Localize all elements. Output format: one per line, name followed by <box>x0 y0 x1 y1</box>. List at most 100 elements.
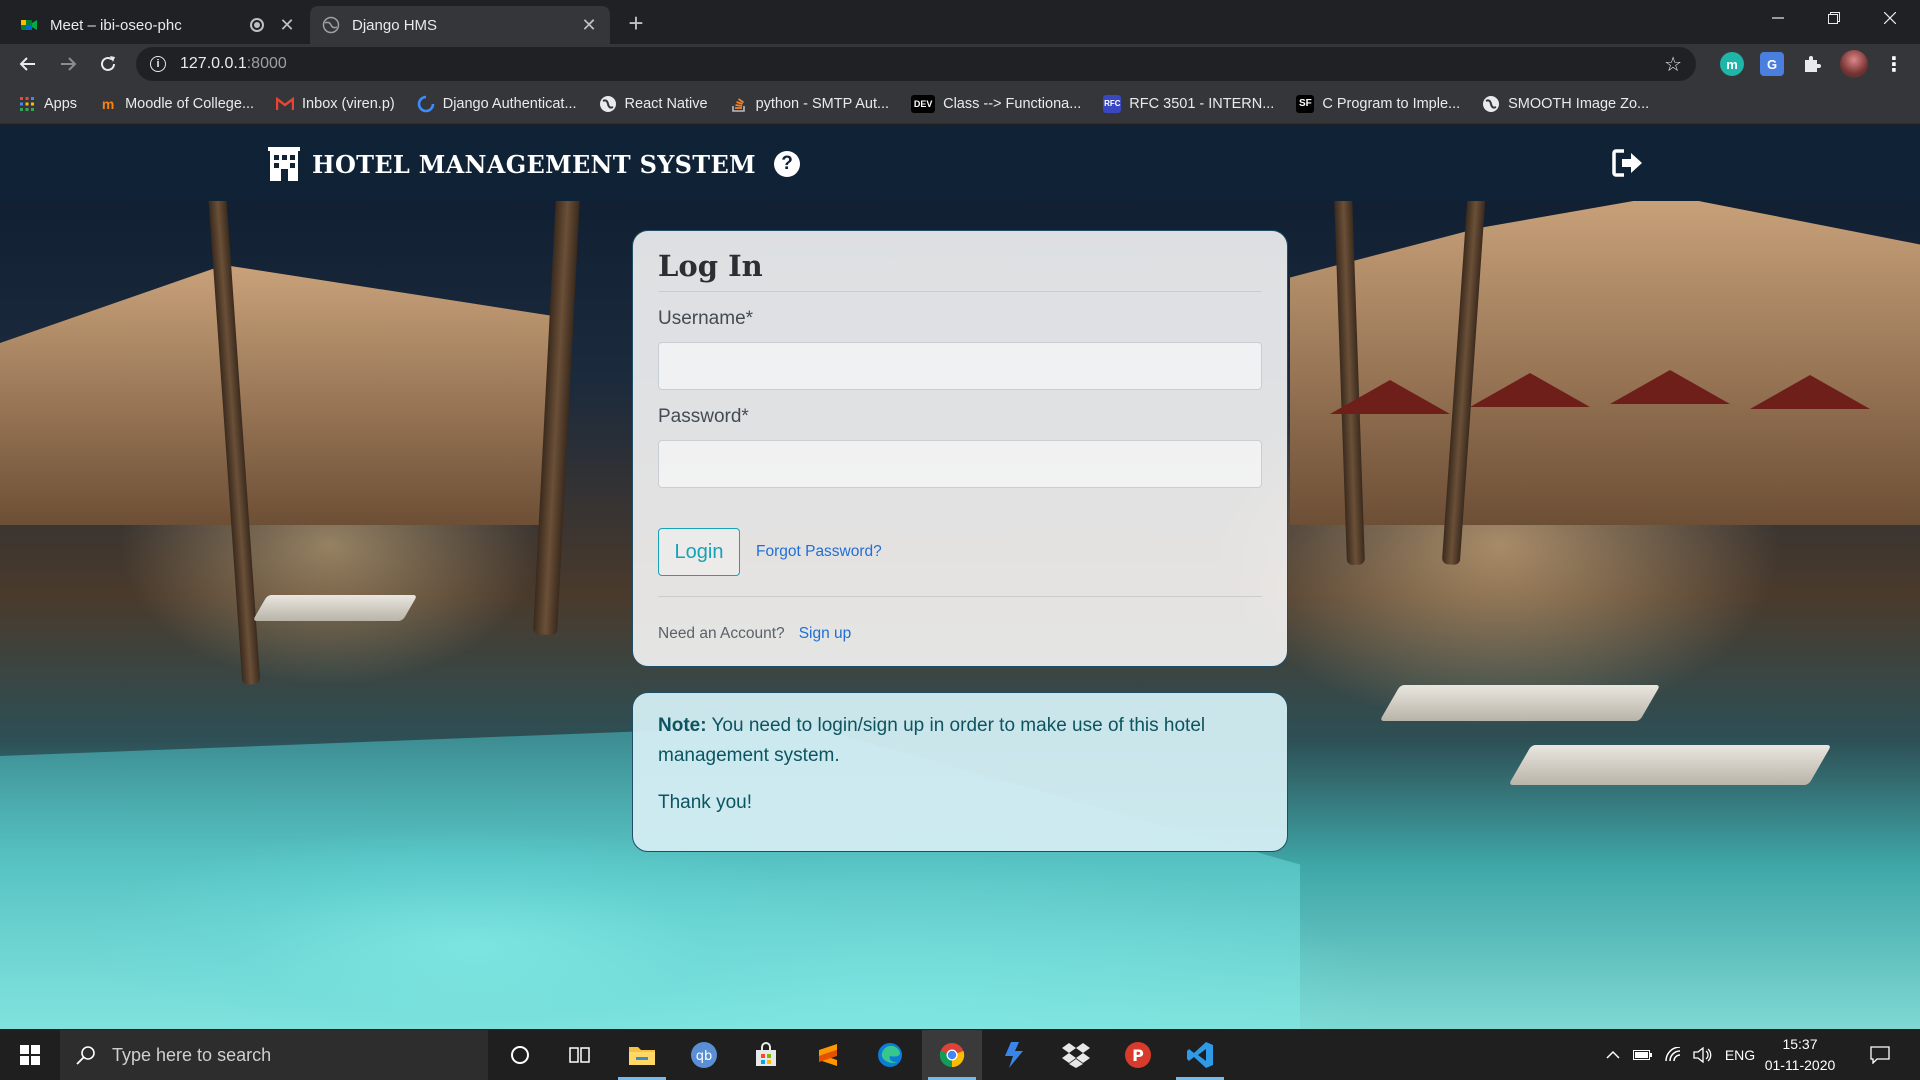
bookmarks-bar: Apps m Moodle of College... Inbox (viren… <box>0 84 1920 124</box>
forward-button[interactable] <box>54 50 82 78</box>
close-tab-icon[interactable]: ✕ <box>278 15 296 36</box>
bookmark-c-program[interactable]: SF C Program to Imple... <box>1296 94 1461 113</box>
reload-button[interactable] <box>94 50 122 78</box>
dropbox-button[interactable] <box>1046 1030 1106 1080</box>
microsoft-store-button[interactable] <box>736 1030 796 1080</box>
bookmark-label: Django Authenticat... <box>442 95 577 112</box>
powerpoint-like-button[interactable]: P <box>1108 1030 1168 1080</box>
bookmark-rfc-3501[interactable]: RFC RFC 3501 - INTERN... <box>1103 94 1274 113</box>
bookmark-star-icon[interactable]: ☆ <box>1664 52 1682 77</box>
tab-meet[interactable]: Meet – ibi-oseo-phc ✕ <box>8 6 308 44</box>
back-button[interactable] <box>14 50 42 78</box>
extensions-puzzle-icon[interactable] <box>1800 52 1824 76</box>
need-account-text: Need an Account? <box>658 625 785 642</box>
close-tab-icon[interactable]: ✕ <box>580 15 598 36</box>
site-info-icon[interactable]: i <box>150 56 166 72</box>
bookmark-smooth-image-zoom[interactable]: SMOOTH Image Zo... <box>1482 95 1649 113</box>
volume-control[interactable] <box>1688 1030 1718 1080</box>
tab-title: Meet – ibi-oseo-phc <box>50 16 182 34</box>
background-lounger <box>252 595 418 621</box>
bookmark-moodle[interactable]: m Moodle of College... <box>99 95 254 113</box>
m-extension-icon[interactable]: m <box>1720 52 1744 76</box>
search-icon <box>76 1046 95 1065</box>
background-building-right <box>1290 195 1920 525</box>
taskbar-search-input[interactable] <box>112 1044 442 1066</box>
password-input[interactable] <box>658 440 1262 488</box>
vscode-button[interactable] <box>1170 1030 1230 1080</box>
card-divider <box>658 596 1262 597</box>
browser-tab-strip: Meet – ibi-oseo-phc ✕ Django HMS ✕ + <box>0 0 1920 44</box>
clock-time: 15:37 <box>1782 1036 1818 1052</box>
taskbar-clock[interactable]: 15:37 01-11-2020 <box>1762 1034 1838 1076</box>
note-thanks: Thank you! <box>658 791 752 813</box>
bookmark-class-functional[interactable]: DEV Class --> Functiona... <box>911 94 1082 113</box>
chrome-button[interactable] <box>922 1030 982 1080</box>
background-lounger <box>1508 745 1832 785</box>
username-input[interactable] <box>658 342 1262 390</box>
speaker-icon <box>1693 1047 1712 1063</box>
bookmark-label: Moodle of College... <box>125 95 255 112</box>
input-language[interactable]: ENG <box>1718 1030 1762 1080</box>
info-note-card: Note: You need to login/sign up in order… <box>632 692 1288 852</box>
globe-icon <box>599 95 617 113</box>
task-view-button[interactable] <box>550 1030 610 1080</box>
username-label: Username* <box>658 308 754 329</box>
bookmark-inbox[interactable]: Inbox (viren.p) <box>276 95 395 113</box>
moodle-icon: m <box>101 95 115 112</box>
profile-avatar[interactable] <box>1840 50 1868 78</box>
apps-grid-icon <box>18 95 36 113</box>
action-center-button[interactable] <box>1858 1030 1902 1080</box>
tab-title: Django HMS <box>352 16 438 34</box>
bookmark-label: C Program to Imple... <box>1322 95 1461 112</box>
battery-status[interactable] <box>1628 1030 1658 1080</box>
browser-toolbar: i 127.0.0.1:8000 ☆ m G ⋮ <box>0 44 1920 84</box>
vscode-icon <box>1187 1042 1213 1068</box>
note-message: Note: You need to login/sign up in order… <box>658 711 1262 772</box>
bookmark-react-native[interactable]: React Native <box>599 95 708 113</box>
close-window-button[interactable] <box>1862 0 1918 36</box>
azure-data-studio-button[interactable] <box>984 1030 1044 1080</box>
url-host: 127.0.0.1 <box>180 55 247 72</box>
new-tab-button[interactable]: + <box>622 8 650 39</box>
bookmark-label: Class --> Functiona... <box>943 95 1082 112</box>
cortana-button[interactable] <box>490 1030 550 1080</box>
help-question-icon[interactable]: ? <box>774 151 800 177</box>
notification-icon <box>1870 1046 1890 1064</box>
task-view-icon <box>569 1047 590 1063</box>
cortana-circle-icon <box>511 1046 529 1064</box>
stackoverflow-icon <box>730 95 748 113</box>
signup-prompt: Need an Account? Sign up <box>658 625 1262 643</box>
login-button[interactable]: Login <box>658 528 740 576</box>
qbittorrent-button[interactable]: qb <box>674 1030 734 1080</box>
file-explorer-button[interactable] <box>612 1030 672 1080</box>
taskbar-search[interactable] <box>60 1030 488 1080</box>
tab-django-hms[interactable]: Django HMS ✕ <box>310 6 610 44</box>
start-button[interactable] <box>0 1030 60 1080</box>
rfc-icon: RFC <box>1103 94 1122 113</box>
microsoft-store-icon <box>756 1042 776 1066</box>
browser-menu-icon[interactable]: ⋮ <box>1882 52 1906 76</box>
network-status[interactable] <box>1658 1030 1688 1080</box>
signup-link[interactable]: Sign up <box>799 625 852 643</box>
logout-arrow-icon[interactable] <box>1612 149 1644 177</box>
google-translate-icon[interactable]: G <box>1760 52 1784 76</box>
bookmark-label: Inbox (viren.p) <box>302 95 395 112</box>
bookmark-django-auth[interactable]: Django Authenticat... <box>417 95 577 113</box>
dropbox-icon <box>1062 1043 1090 1068</box>
bookmark-apps[interactable]: Apps <box>18 95 77 113</box>
minimize-window-button[interactable] <box>1750 0 1806 36</box>
globe-icon <box>322 16 340 34</box>
sublime-text-button[interactable] <box>798 1030 858 1080</box>
bookmark-label: SMOOTH Image Zo... <box>1508 95 1650 112</box>
app-brand[interactable]: HOTEL MANAGEMENT SYSTEM <box>266 147 756 181</box>
forgot-password-link[interactable]: Forgot Password? <box>756 543 882 561</box>
restore-window-button[interactable] <box>1806 0 1862 36</box>
bookmark-python-smtp[interactable]: python - SMTP Aut... <box>730 95 889 113</box>
address-bar[interactable]: i 127.0.0.1:8000 ☆ <box>136 47 1696 81</box>
show-hidden-icons-button[interactable] <box>1598 1030 1628 1080</box>
puzzle-icon <box>1805 56 1821 72</box>
edge-browser-button[interactable] <box>860 1030 920 1080</box>
svg-text:qb: qb <box>696 1049 713 1064</box>
app-navbar: HOTEL MANAGEMENT SYSTEM ? <box>0 125 1920 201</box>
file-explorer-icon <box>629 1047 655 1065</box>
